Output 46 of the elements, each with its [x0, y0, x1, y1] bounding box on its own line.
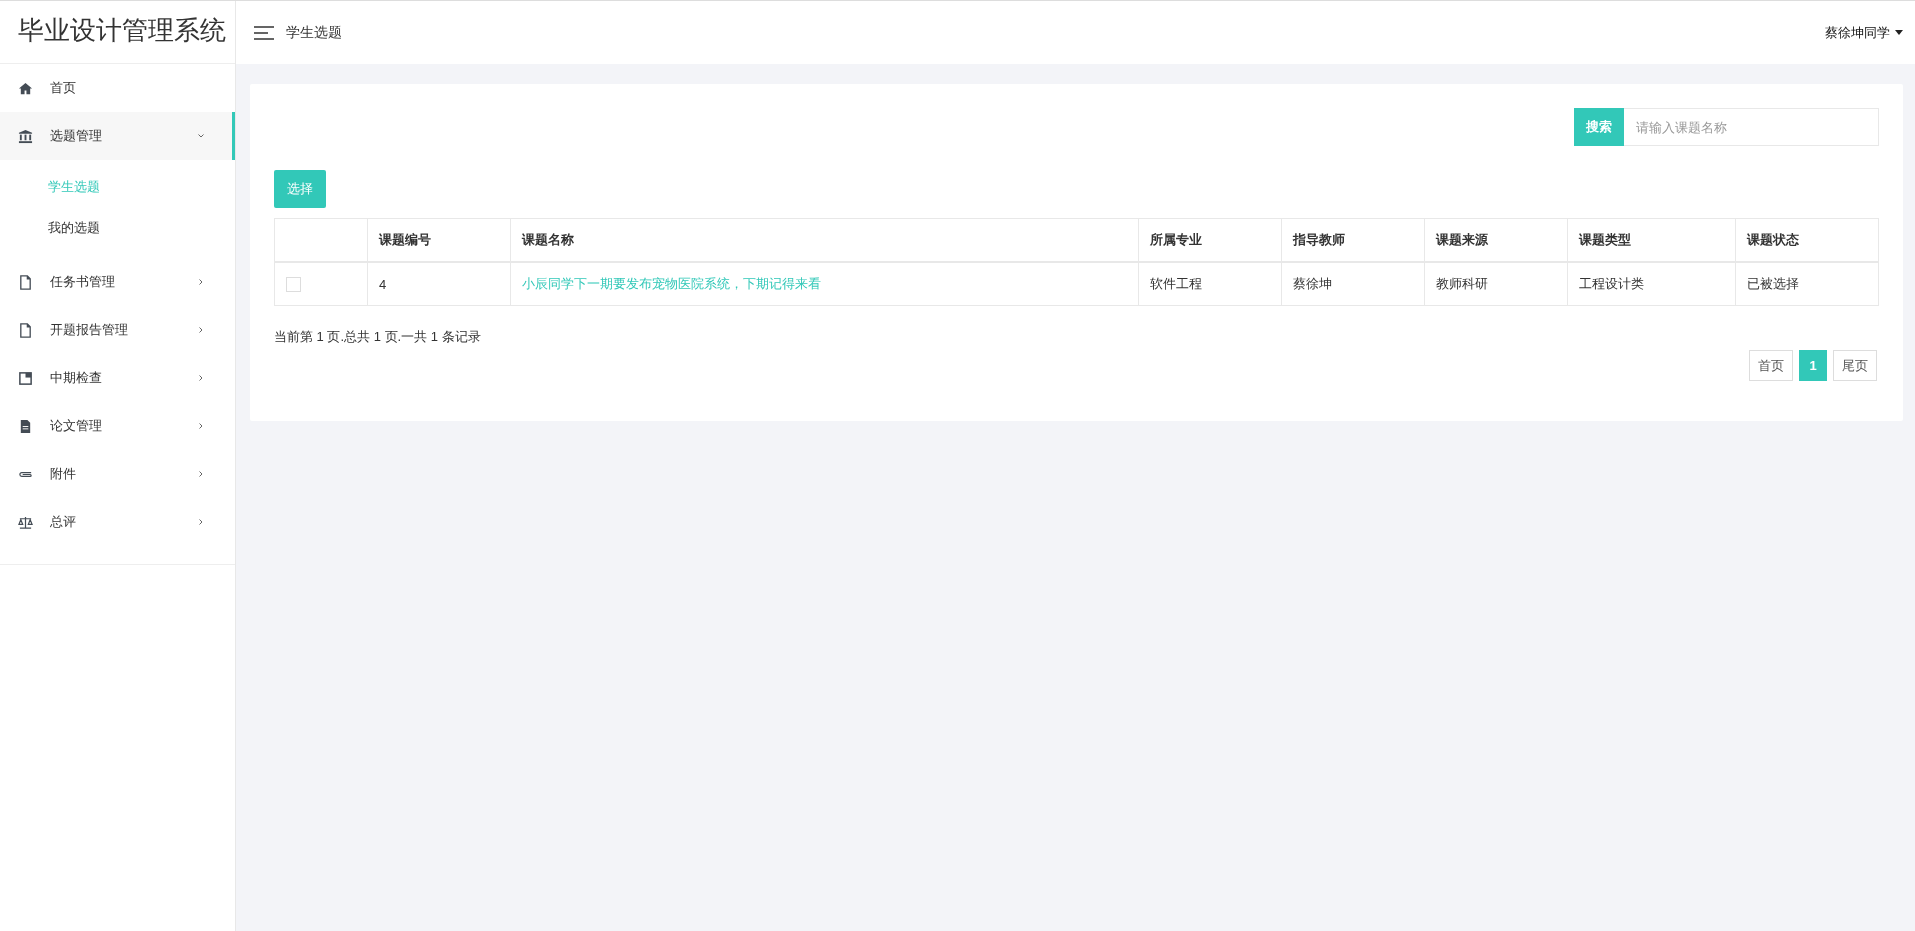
window-icon	[18, 370, 33, 386]
submenu-item[interactable]: 我的选题	[0, 207, 235, 248]
column-header: 课题编号	[367, 218, 511, 262]
menu-icon[interactable]	[254, 25, 274, 40]
column-header: 课题类型	[1567, 218, 1736, 262]
document-icon	[18, 322, 33, 338]
table-cell: 已被选择	[1735, 262, 1879, 306]
chevron-right-icon	[197, 326, 205, 334]
file-text-icon	[18, 418, 33, 434]
sidebar-item[interactable]: 论文管理	[0, 402, 235, 450]
bank-icon	[18, 128, 33, 144]
page-summary: 当前第 1 页.总共 1 页.一共 1 条记录	[274, 328, 482, 346]
column-header: 指导教师	[1281, 218, 1425, 262]
sidebar-item[interactable]: 总评	[0, 498, 235, 546]
chevron-right-icon	[197, 374, 205, 382]
breadcrumb: 学生选题	[286, 23, 342, 42]
caret-icon	[1895, 30, 1903, 35]
chevron-right-icon	[197, 278, 205, 286]
chevron-right-icon	[197, 422, 205, 430]
column-header: 所属专业	[1138, 218, 1282, 262]
table-cell: 教师科研	[1424, 262, 1568, 306]
home-icon	[18, 80, 33, 96]
table-cell: 蔡徐坤	[1281, 262, 1425, 306]
search-field[interactable]: 请输入课题名称	[1624, 108, 1879, 146]
sidebar-item[interactable]: 中期检查	[0, 354, 235, 402]
sidebar-item[interactable]: 任务书管理	[0, 258, 235, 306]
checkbox[interactable]	[286, 277, 301, 293]
first-page-button[interactable]: 首页	[1749, 350, 1793, 381]
chevron-right-icon	[197, 518, 205, 526]
column-header: 课题名称	[510, 218, 1139, 262]
sidebar-item[interactable]: 开题报告管理	[0, 306, 235, 354]
table-cell: 4	[367, 262, 511, 306]
app-title: 毕业设计管理系统	[0, 1, 235, 64]
sidebar-item[interactable]: 附件	[0, 450, 235, 498]
column-header: 课题来源	[1424, 218, 1568, 262]
chevron-down-icon	[197, 132, 205, 140]
sidebar-item[interactable]: 首页	[0, 64, 235, 112]
document-icon	[18, 274, 33, 290]
column-header: 课题状态	[1735, 218, 1879, 262]
chevron-right-icon	[197, 470, 205, 478]
scale-icon	[18, 514, 33, 530]
table-cell: 工程设计类	[1567, 262, 1736, 306]
last-page-button[interactable]: 尾页	[1833, 350, 1877, 381]
user-menu[interactable]: 蔡徐坤同学	[1825, 23, 1903, 42]
sidebar-item[interactable]: 选题管理	[0, 112, 235, 160]
table-cell: 软件工程	[1138, 262, 1282, 306]
